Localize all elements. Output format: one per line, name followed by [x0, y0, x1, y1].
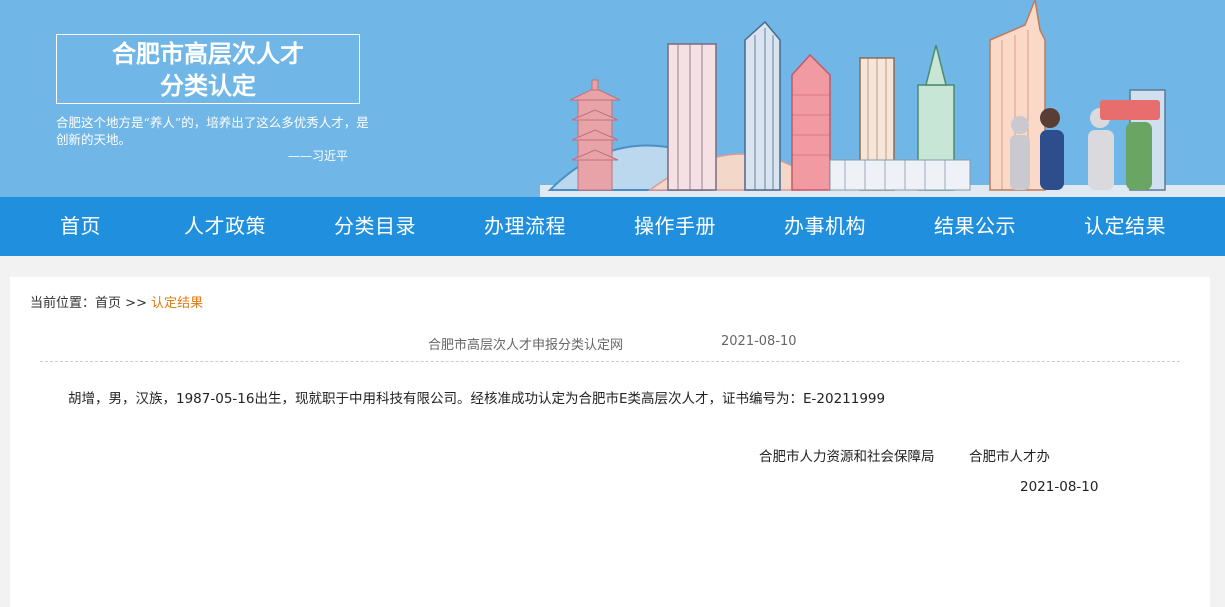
quote-author: ——习近平	[288, 149, 349, 163]
site-title-line1: 合肥市高层次人才	[112, 39, 304, 68]
breadcrumb-prefix: 当前位置：	[30, 296, 96, 311]
signer-hrss-bureau: 合肥市人力资源和社会保障局	[759, 449, 935, 465]
header-banner: 合肥市高层次人才 分类认定 合肥这个地方是“养人”的，培养出了这么多优秀人才，是…	[0, 0, 1225, 197]
article-body: 胡增，男，汉族，1987-05-16出生，现就职于中用科技有限公司。经核准成功认…	[68, 391, 886, 407]
city-skyline-illustration	[540, 0, 1225, 197]
signer-talent-office: 合肥市人才办	[969, 449, 1050, 465]
nav-results-announcement[interactable]: 结果公示	[900, 197, 1050, 256]
signature-date: 2021-08-10	[1020, 479, 1099, 495]
main-nav: 首页 人才政策 分类目录 办理流程 操作手册 办事机构 结果公示 认定结果	[0, 197, 1225, 256]
breadcrumb-separator: >>	[125, 296, 147, 311]
breadcrumb-home-link[interactable]: 首页	[95, 296, 121, 311]
breadcrumb: 当前位置：首页 >> 认定结果	[30, 292, 203, 311]
breadcrumb-current[interactable]: 认定结果	[151, 296, 203, 311]
site-title-box: 合肥市高层次人才 分类认定	[56, 34, 360, 104]
divider	[40, 361, 1180, 362]
article-date: 2021-08-10	[721, 334, 797, 349]
site-title-line2: 分类认定	[160, 71, 256, 100]
article-source: 合肥市高层次人才申报分类认定网	[428, 338, 624, 353]
nav-manual[interactable]: 操作手册	[600, 197, 750, 256]
nav-process[interactable]: 办理流程	[450, 197, 600, 256]
nav-talent-policy[interactable]: 人才政策	[150, 197, 300, 256]
nav-certification-results[interactable]: 认定结果	[1050, 197, 1200, 256]
banner-quote: 合肥这个地方是“养人”的，培养出了这么多优秀人才，是创新的天地。	[56, 115, 369, 147]
content-panel: 当前位置：首页 >> 认定结果 合肥市高层次人才申报分类认定网 2021-08-…	[10, 277, 1210, 607]
nav-agencies[interactable]: 办事机构	[750, 197, 900, 256]
nav-home[interactable]: 首页	[38, 197, 123, 256]
nav-category-catalog[interactable]: 分类目录	[300, 197, 450, 256]
